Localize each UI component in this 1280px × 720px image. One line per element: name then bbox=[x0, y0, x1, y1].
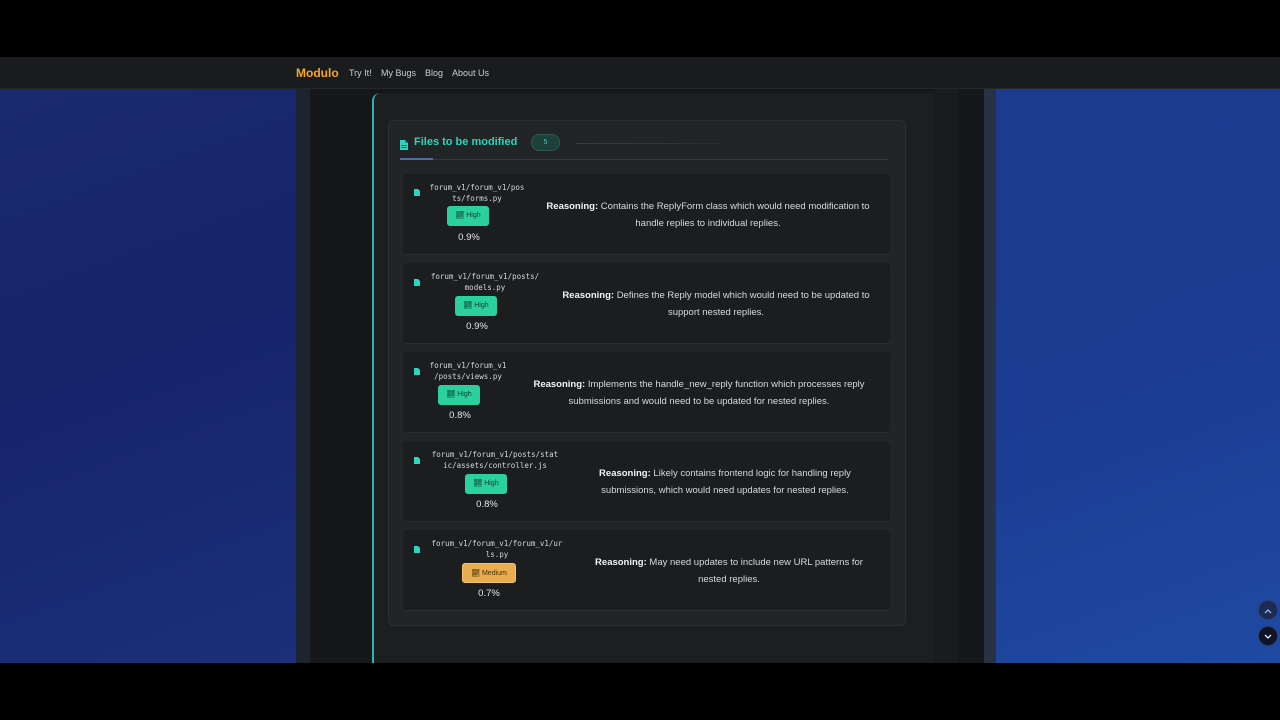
file-icon bbox=[414, 546, 420, 553]
reasoning-text: Reasoning: Contains the ReplyForm class … bbox=[546, 201, 870, 229]
scroll-up-button[interactable] bbox=[1258, 600, 1278, 620]
probability-value: 0.8% bbox=[449, 410, 471, 421]
chevron-down-icon bbox=[1264, 634, 1272, 639]
file-icon bbox=[414, 457, 420, 464]
background-right bbox=[996, 89, 1280, 663]
priority-badge-high: 📈︎ High bbox=[455, 296, 497, 316]
reasoning-text: Reasoning: Likely contains frontend logi… bbox=[599, 468, 851, 496]
file-path: forum_v1/forum_v1/forum_v1/ur ls.py bbox=[431, 539, 563, 559]
reasoning-text: Reasoning: Implements the handle_new_rep… bbox=[533, 379, 865, 407]
page-gutter-right bbox=[984, 89, 996, 663]
nav-link-try-it[interactable]: Try It! bbox=[349, 68, 372, 78]
probability-value: 0.9% bbox=[458, 232, 480, 243]
section-underline bbox=[433, 159, 888, 160]
probability-value: 0.7% bbox=[478, 588, 500, 599]
probability-value: 0.9% bbox=[466, 321, 488, 332]
probability-value: 0.8% bbox=[476, 499, 498, 510]
nav-link-about-us[interactable]: About Us bbox=[452, 68, 489, 78]
file-icon bbox=[414, 279, 420, 286]
file-path: forum_v1/forum_v1/posts/stat ic/assets/co… bbox=[431, 450, 559, 470]
chevron-up-icon bbox=[1264, 609, 1272, 614]
files-count-badge: 5 bbox=[531, 134, 560, 151]
chart-icon: 📈︎ bbox=[473, 480, 483, 487]
background-left bbox=[0, 89, 296, 663]
reasoning-text: Reasoning: May need updates to include n… bbox=[595, 557, 863, 585]
file-icon bbox=[414, 189, 420, 196]
file-path: forum_v1/forum_v1/posts/views.py bbox=[429, 361, 507, 381]
reasoning-text: Reasoning: Defines the Reply model which… bbox=[562, 290, 870, 318]
priority-badge-high: 📈︎ High bbox=[438, 385, 480, 405]
file-path: forum_v1/forum_v1/pos ts/forms.py bbox=[429, 183, 525, 203]
file-icon bbox=[400, 137, 408, 150]
scroll-down-button[interactable] bbox=[1258, 626, 1278, 646]
chart-icon: 📈︎ bbox=[471, 570, 481, 577]
brand-logo[interactable]: Modulo bbox=[296, 66, 339, 80]
chart-icon: 📈︎ bbox=[463, 302, 473, 309]
chart-icon: 📈︎ bbox=[446, 391, 456, 398]
nav-link-blog[interactable]: Blog bbox=[425, 68, 443, 78]
chart-icon: 📈︎ bbox=[455, 212, 465, 219]
content-panel-edge bbox=[934, 89, 958, 663]
top-navbar: Modulo Try It! My Bugs Blog About Us bbox=[0, 57, 1280, 89]
files-section-title: Files to be modified bbox=[414, 136, 518, 148]
priority-badge-medium: 📈︎ Medium bbox=[462, 563, 516, 583]
file-icon bbox=[414, 368, 420, 375]
nav-link-my-bugs[interactable]: My Bugs bbox=[381, 68, 416, 78]
priority-badge-high: 📈︎ High bbox=[465, 474, 507, 494]
video-letterbox-bottom bbox=[0, 663, 1280, 720]
page-gutter-left bbox=[296, 89, 310, 663]
file-path: forum_v1/forum_v1/posts/models.py bbox=[430, 272, 540, 292]
video-letterbox-top bbox=[0, 0, 1280, 57]
header-divider bbox=[576, 143, 721, 144]
priority-badge-high: 📈︎ High bbox=[447, 206, 489, 226]
section-underline-accent bbox=[400, 158, 433, 160]
